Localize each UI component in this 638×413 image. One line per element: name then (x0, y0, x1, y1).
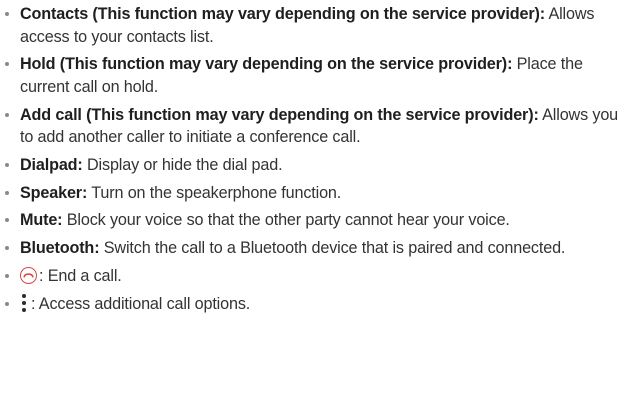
end-call-glyph (23, 273, 34, 278)
bullet-icon (5, 218, 9, 223)
list-item-contacts: Contacts (This function may vary dependi… (0, 3, 638, 48)
item-term: Add call (This function may vary dependi… (20, 105, 534, 124)
call-options-list-page: Contacts (This function may vary dependi… (0, 0, 638, 413)
item-term: Speaker (20, 183, 82, 202)
list-item-bluetooth: Bluetooth: Switch the call to a Bluetoot… (0, 237, 638, 260)
item-description: Display or hide the dial pad. (82, 155, 283, 174)
list-item-hold: Hold (This function may vary depending o… (0, 53, 638, 98)
list-item-mute: Mute: Block your voice so that the other… (0, 209, 638, 232)
item-description: Turn on the speakerphone function. (87, 183, 342, 202)
list-item-more-options: : Access additional call options. (0, 293, 638, 316)
bullet-icon (5, 62, 9, 67)
list-item-speaker: Speaker: Turn on the speakerphone functi… (0, 182, 638, 205)
list-item-dialpad: Dialpad: Display or hide the dial pad. (0, 154, 638, 177)
bullet-icon (5, 190, 9, 195)
call-options-list: Contacts (This function may vary dependi… (0, 3, 638, 315)
bullet-icon (5, 301, 9, 306)
item-term: Dialpad (20, 155, 78, 174)
item-description: Switch the call to a Bluetooth device th… (99, 239, 566, 258)
bullet-icon (5, 274, 9, 279)
bullet-icon (5, 12, 9, 16)
item-term: Hold (This function may vary depending o… (20, 55, 508, 74)
item-term: Bluetooth (20, 239, 95, 258)
list-item-end-call: : End a call. (0, 265, 638, 288)
list-item-add-call: Add call (This function may vary dependi… (0, 104, 638, 149)
item-term: Mute (20, 211, 58, 230)
bullet-icon (5, 246, 9, 251)
item-description: : Access additional call options. (31, 294, 251, 313)
more-options-icon (20, 293, 28, 312)
bullet-icon (5, 162, 9, 167)
item-term: Contacts (This function may vary dependi… (20, 5, 540, 23)
item-description: Block your voice so that the other party… (62, 211, 510, 230)
item-description: : End a call. (39, 267, 122, 286)
bullet-icon (5, 112, 9, 117)
end-call-icon (20, 267, 37, 285)
